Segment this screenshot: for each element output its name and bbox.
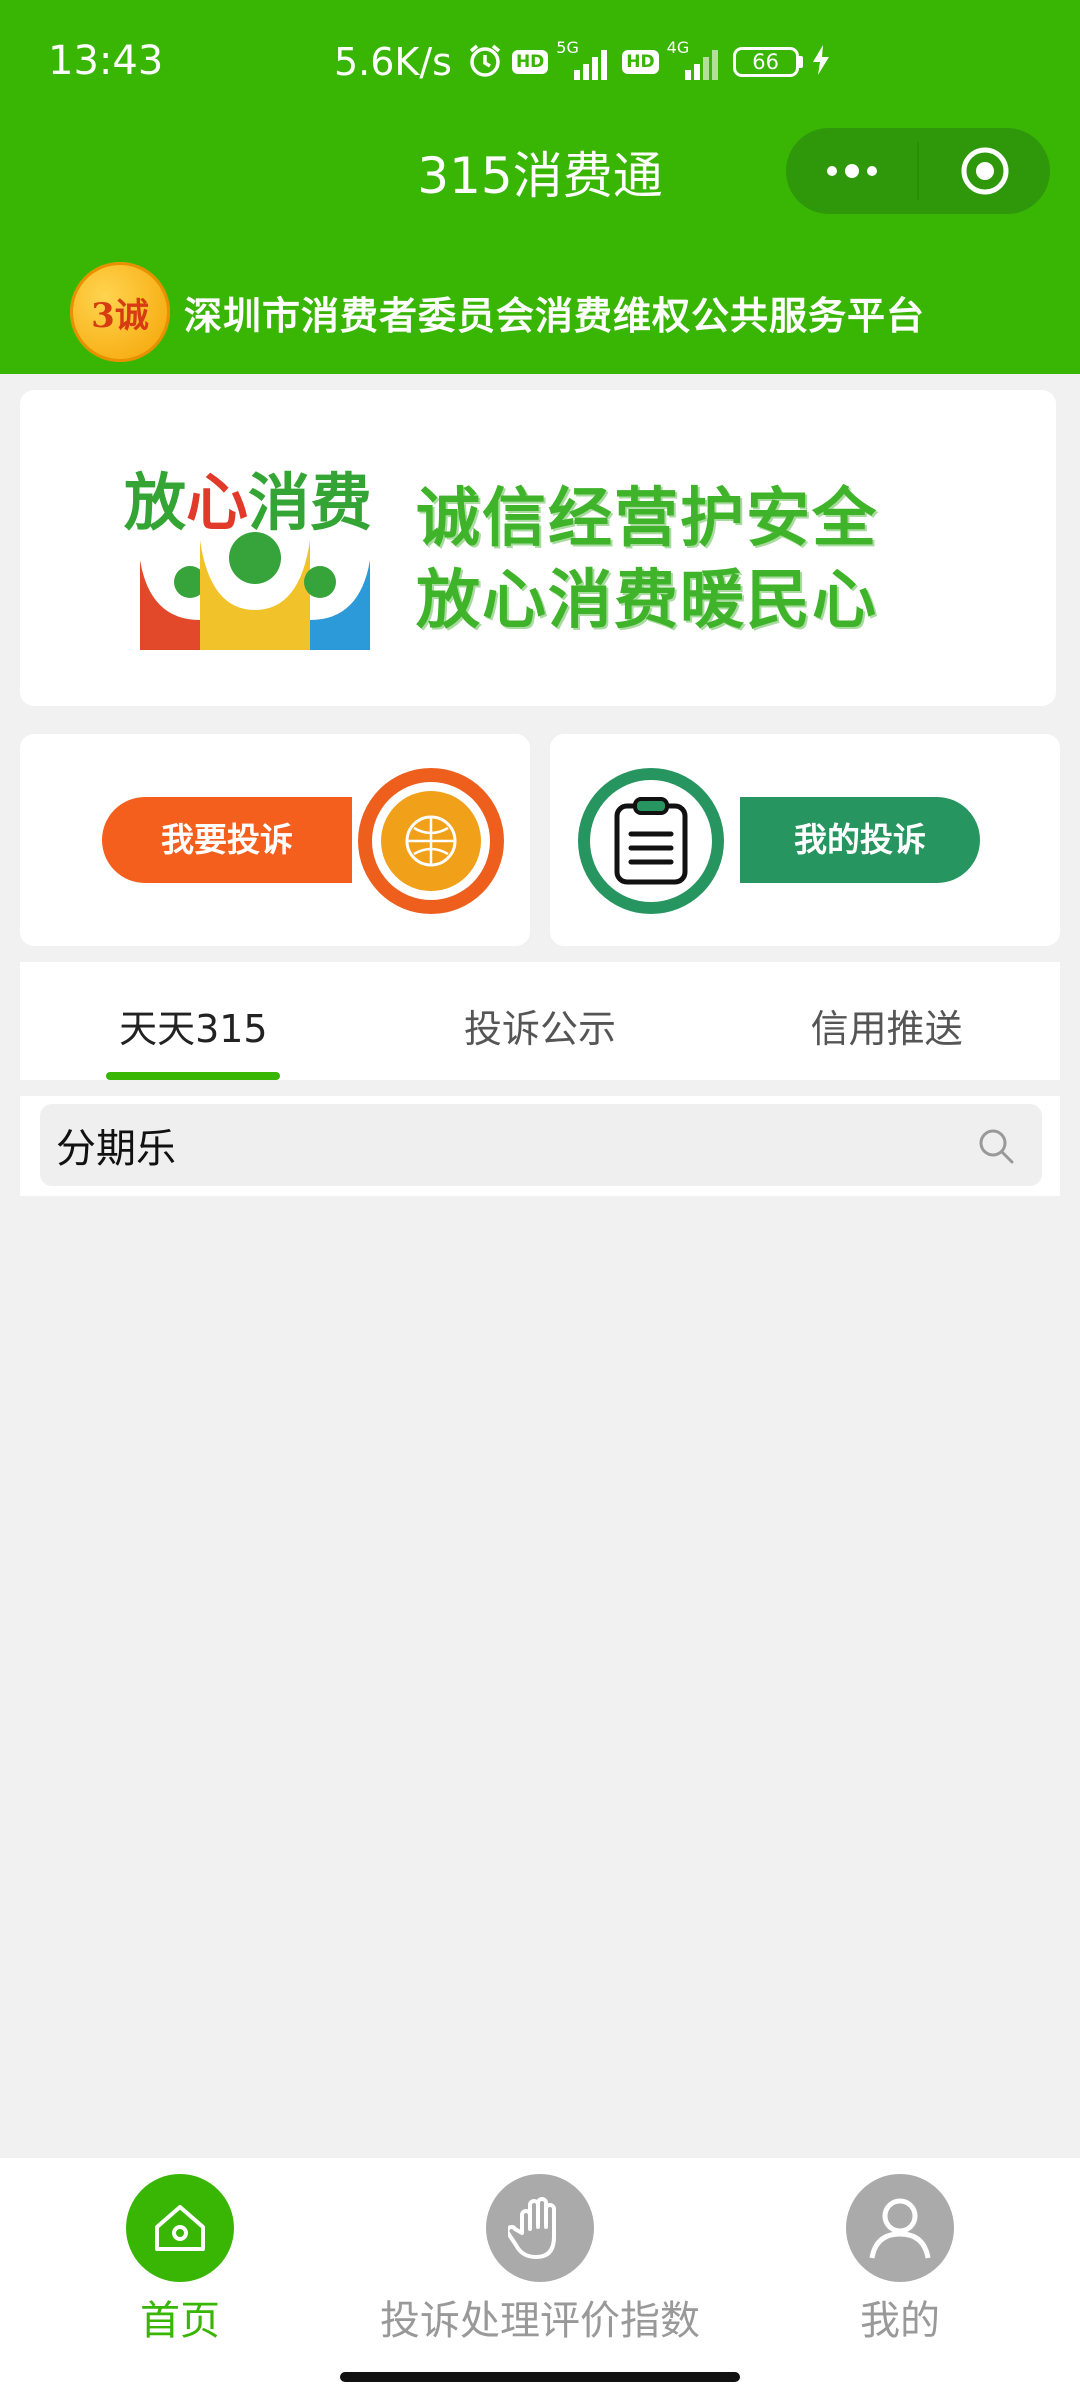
my-complaints-card[interactable]: 我的投诉 (550, 734, 1060, 946)
user-icon (846, 2174, 954, 2282)
home-icon (126, 2174, 234, 2282)
people-cheering-icon (140, 532, 370, 650)
tab-label: 天天315 (119, 1007, 268, 1051)
bottom-tab-bar: 首页 投诉处理评价指数 我的 (0, 2158, 1080, 2400)
integrity-logo: 3诚 (70, 262, 170, 362)
search-icon[interactable] (976, 1126, 1016, 1166)
status-bar: 13:43 5.6K/s HD 5G HD 4G 66 (0, 0, 1080, 120)
content-tabs: 天天315 投诉公示 信用推送 (20, 962, 1060, 1080)
platform-banner: 3诚 深圳市消费者委员会消费维权公共服务平台 (70, 262, 925, 362)
tab-daily-315[interactable]: 天天315 (20, 962, 367, 1080)
hand-icon (486, 2174, 594, 2282)
tabbar-evaluation-index[interactable]: 投诉处理评价指数 (360, 2174, 720, 2346)
platform-name: 深圳市消费者委员会消费维权公共服务平台 (184, 293, 926, 338)
app-header: 13:43 5.6K/s HD 5G HD 4G 66 315消费通 3诚 深圳… (0, 0, 1080, 374)
banner-slogan-line1: 诚信经营护安全 (416, 482, 878, 556)
search-section (20, 1096, 1060, 1196)
battery-icon: 66 (732, 47, 803, 77)
tabbar-home[interactable]: 首页 (0, 2174, 360, 2346)
close-button[interactable] (919, 128, 1050, 214)
alarm-icon (466, 41, 504, 83)
tab-credit-push[interactable]: 信用推送 (713, 962, 1060, 1080)
search-box[interactable] (40, 1104, 1042, 1186)
status-indicators: 5.6K/s HD 5G HD 4G 66 (334, 38, 831, 86)
hd-badge-2: HD (622, 50, 659, 74)
tab-label: 信用推送 (810, 1007, 963, 1051)
banner-slogan-line2: 放心消费暖民心 (416, 564, 878, 638)
banner-slogan: 诚信经营护安全 放心消费暖民心 (416, 478, 878, 642)
status-time: 13:43 (48, 38, 164, 84)
tabbar-label: 首页 (140, 2298, 220, 2344)
search-input[interactable] (56, 1122, 956, 1168)
network-speed: 5.6K/s (334, 40, 452, 84)
tab-label: 投诉公示 (464, 1007, 617, 1051)
tabbar-label: 投诉处理评价指数 (380, 2298, 700, 2344)
tab-complaint-notice[interactable]: 投诉公示 (367, 962, 714, 1080)
tabbar-label: 我的 (860, 2298, 940, 2344)
more-button[interactable] (786, 128, 917, 214)
consumer-association-emblem-icon (358, 768, 504, 914)
my-complaints-button[interactable]: 我的投诉 (740, 797, 980, 883)
target-icon (961, 147, 1008, 195)
complain-card[interactable]: 我要投诉 (20, 734, 530, 946)
signal-4g-icon: 4G (667, 40, 725, 84)
clipboard-icon (578, 768, 724, 914)
tabbar-mine[interactable]: 我的 (720, 2174, 1080, 2346)
battery-level: 66 (732, 47, 799, 77)
signal-5g-icon: 5G (556, 40, 614, 84)
hd-badge-1: HD (511, 50, 549, 74)
active-tab-indicator (106, 1072, 280, 1080)
home-indicator[interactable] (340, 2372, 740, 2382)
complain-button[interactable]: 我要投诉 (102, 797, 352, 883)
mini-program-capsule (786, 128, 1050, 214)
charging-icon (811, 45, 831, 79)
more-dots-icon (826, 164, 877, 178)
